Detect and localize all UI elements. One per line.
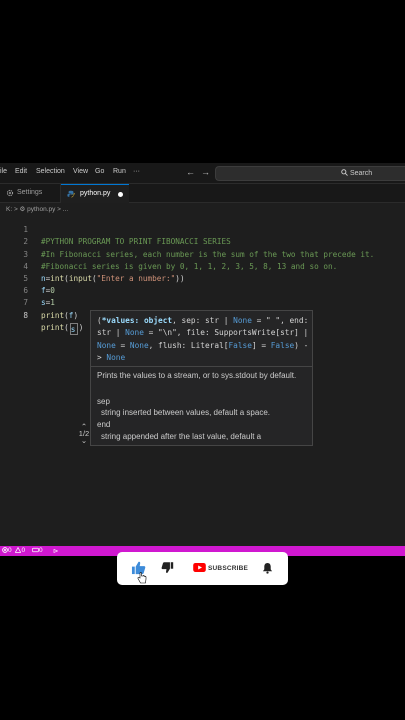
active-parameter: *values: object bbox=[101, 316, 173, 325]
menu-go[interactable]: Go bbox=[95, 168, 104, 175]
tab-python-label: python.py bbox=[80, 190, 111, 197]
chevron-down-icon[interactable]: ⌄ bbox=[76, 437, 92, 445]
live-share-icon[interactable]: ⊳ bbox=[53, 547, 58, 555]
bell-icon[interactable] bbox=[262, 562, 273, 574]
gear-icon bbox=[6, 189, 14, 197]
code-line-text: print(s) bbox=[41, 322, 84, 335]
tab-python-file[interactable]: python.py bbox=[61, 184, 129, 203]
text-cursor: s bbox=[69, 322, 78, 335]
tab-settings[interactable]: Settings bbox=[0, 184, 61, 202]
command-center-search[interactable]: Search bbox=[215, 166, 405, 181]
param-description: string inserted between values, default … bbox=[101, 408, 270, 417]
menu-view[interactable]: View bbox=[73, 168, 88, 175]
overload-navigator[interactable]: ⌃ 1/2 ⌄ bbox=[76, 423, 92, 445]
ports-status[interactable]: 0 bbox=[32, 547, 43, 554]
errors-status[interactable]: 0 0 bbox=[2, 546, 26, 554]
subscribe-button[interactable]: SUBSCRIBE bbox=[208, 565, 248, 572]
menu-bar: ile Edit Selection View Go Run ··· ← → S… bbox=[0, 163, 405, 184]
code-line-active: 8 print(s) bbox=[0, 297, 405, 335]
back-arrow-icon[interactable]: ← bbox=[186, 167, 195, 177]
search-icon bbox=[341, 169, 348, 176]
code-line: 6 s=1 bbox=[0, 273, 405, 307]
code-line: 4 n=int(input("Enter a number:")) bbox=[0, 249, 405, 283]
search-placeholder: Search bbox=[349, 170, 373, 177]
youtube-logo-icon[interactable] bbox=[193, 563, 206, 572]
code-area[interactable]: 1 #PYTHON PROGRAM TO PRINT FIBONACCI SER… bbox=[0, 212, 405, 335]
menu-more[interactable]: ··· bbox=[133, 168, 140, 175]
code-line: 5 f=0 bbox=[0, 261, 405, 295]
code-line: 2 #In Fibonacci series, each number is t… bbox=[0, 224, 405, 258]
ports-count: 0 bbox=[39, 547, 43, 554]
tab-settings-label: Settings bbox=[17, 189, 43, 196]
error-count: 0 bbox=[8, 547, 12, 554]
unsaved-dot-icon[interactable] bbox=[118, 192, 123, 197]
forward-arrow-icon[interactable]: → bbox=[201, 167, 210, 177]
tab-bar: Settings python.py bbox=[0, 184, 405, 203]
param-name: end bbox=[97, 420, 111, 429]
vscode-window: ile Edit Selection View Go Run ··· ← → S… bbox=[0, 163, 405, 551]
menu-run[interactable]: Run bbox=[113, 168, 126, 175]
warning-count: 0 bbox=[21, 547, 26, 554]
param-description: string appended after the last value, de… bbox=[101, 432, 262, 441]
broadcast-icon bbox=[32, 547, 39, 553]
signature-help-popup[interactable]: (*values: object, sep: str | None = " ",… bbox=[90, 310, 313, 446]
code-line: 1 #PYTHON PROGRAM TO PRINT FIBONACCI SER… bbox=[0, 212, 405, 246]
code-line: 3 #Fibonacci series is given by 0, 1, 1,… bbox=[0, 236, 405, 271]
menu-file[interactable]: ile bbox=[0, 168, 7, 175]
python-file-icon bbox=[67, 190, 75, 198]
menu-selection[interactable]: Selection bbox=[36, 168, 65, 175]
popup-divider bbox=[91, 366, 312, 367]
menu-edit[interactable]: Edit bbox=[15, 168, 27, 175]
hand-pointer-icon bbox=[137, 572, 147, 584]
function-description: Prints the values to a stream, or to sys… bbox=[97, 371, 297, 380]
line-number: 8 bbox=[23, 310, 28, 320]
code-line: 7 print(f) bbox=[0, 285, 405, 319]
thumbs-down-icon[interactable] bbox=[161, 561, 174, 574]
function-signature: (*values: object, sep: str | None = " ",… bbox=[97, 316, 309, 362]
param-name: sep bbox=[97, 397, 110, 406]
code-line-text: print(f) bbox=[41, 310, 79, 320]
